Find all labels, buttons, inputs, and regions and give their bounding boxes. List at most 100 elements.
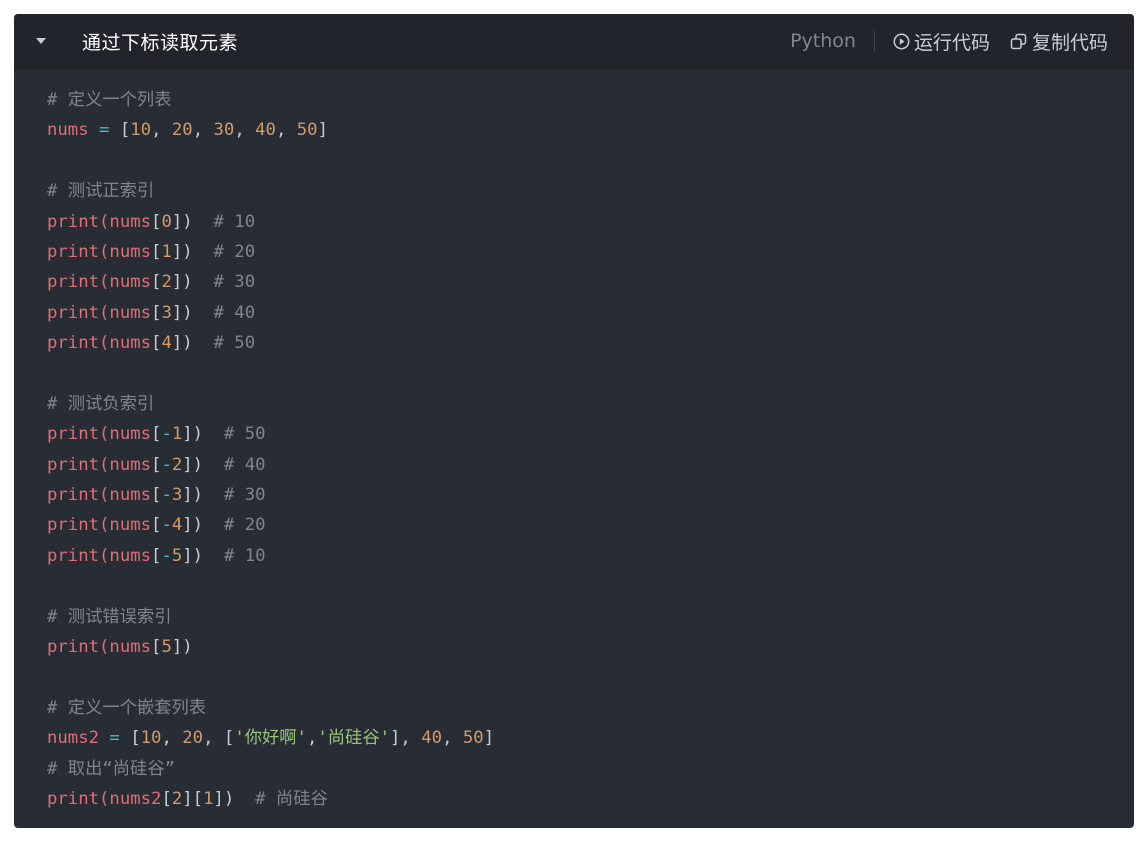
code-token: nums2 [47, 728, 100, 749]
code-line: # 测试负索引 [47, 389, 1134, 419]
code-token: [ [151, 545, 162, 566]
code-token: print(nums2 [47, 788, 162, 809]
play-circle-icon [893, 33, 910, 49]
copy-code-label: 复制代码 [1031, 31, 1108, 54]
code-line: print(nums[2]) # 30 [47, 267, 1134, 297]
code-token: ]) [182, 545, 204, 566]
code-token: , [234, 120, 256, 141]
code-line: print(nums[-2]) # 40 [47, 450, 1134, 480]
code-line: print(nums[4]) # 50 [47, 328, 1134, 358]
code-token: [ [130, 728, 141, 749]
code-token: # 10 [223, 545, 266, 566]
code-token: 5 [171, 545, 183, 566]
code-token: 30 [213, 120, 235, 141]
code-token: - [161, 485, 172, 506]
code-token: [ [151, 272, 162, 293]
code-token: , [161, 728, 183, 749]
code-token: = [88, 120, 120, 141]
code-token: # 50 [223, 424, 266, 445]
caret-down-icon [36, 38, 46, 44]
code-token: 10 [130, 120, 152, 141]
code-token: [ [151, 637, 162, 658]
code-token: # 测试负索引 [47, 393, 155, 414]
code-token: 40 [255, 120, 276, 141]
copy-code-button[interactable]: 复制代码 [1010, 28, 1108, 55]
code-token: print(nums [47, 302, 152, 323]
code-token: , [275, 120, 297, 141]
code-token: [ [151, 241, 162, 262]
code-token: [ [151, 424, 162, 445]
code-token: , [442, 728, 463, 749]
code-token: print(nums [47, 454, 152, 475]
code-token: ][ [182, 788, 204, 809]
collapse-toggle[interactable] [36, 38, 46, 44]
code-token: , [306, 728, 318, 749]
code-token: print(nums [47, 241, 152, 262]
code-token: '尚硅谷' [317, 728, 391, 749]
code-token: ]) [171, 333, 193, 354]
code-token: # 20 [223, 515, 266, 536]
code-token: 20 [171, 120, 193, 141]
code-token: - [161, 454, 172, 475]
code-line: print(nums[0]) # 10 [47, 207, 1134, 237]
code-line: # 测试错误索引 [47, 602, 1134, 632]
code-token: 50 [296, 120, 318, 141]
code-token: print(nums [47, 272, 152, 293]
code-token: ], [390, 728, 422, 749]
code-token: '你好啊' [234, 728, 307, 749]
code-token: # 30 [213, 272, 256, 293]
code-token: # 尚硅谷 [255, 788, 328, 809]
code-token: [ [119, 120, 131, 141]
code-token: ] [483, 728, 495, 749]
code-token: # 测试错误索引 [47, 606, 172, 627]
code-token: ] [317, 120, 328, 141]
code-token: 1 [203, 788, 214, 809]
code-block-title: 通过下标读取元素 [82, 31, 239, 54]
code-line: print(nums[-3]) # 30 [47, 480, 1134, 510]
code-token: print(nums [47, 637, 152, 658]
code-token: 1 [171, 424, 183, 445]
code-token: 4 [171, 515, 183, 536]
code-line: print(nums[5]) [47, 632, 1134, 662]
code-token: 3 [161, 302, 172, 323]
code-token: , [ [203, 728, 235, 749]
code-token: ]) [182, 454, 204, 475]
code-token: 10 [140, 728, 162, 749]
code-token: 0 [161, 211, 172, 232]
code-content: # 定义一个列表 nums = [10, 20, 30, 40, 50] # 测试正… [14, 69, 1134, 814]
code-token: # 测试正索引 [47, 181, 155, 202]
code-line: nums = [10, 20, 30, 40, 50] [47, 115, 1134, 145]
code-token: 20 [182, 728, 204, 749]
code-token: # 30 [223, 485, 266, 506]
run-code-label: 运行代码 [913, 31, 990, 54]
code-token: ]) [171, 272, 193, 293]
code-token: 4 [161, 333, 172, 354]
header-divider [873, 30, 875, 52]
code-token: 1 [161, 241, 172, 262]
code-token: print(nums [47, 211, 152, 232]
code-token: [ [151, 515, 162, 536]
code-token: # 40 [213, 302, 256, 323]
code-token: # 10 [213, 211, 256, 232]
code-token: 2 [171, 788, 183, 809]
code-token: - [161, 515, 172, 536]
code-token: [ [151, 211, 162, 232]
code-line: # 定义一个列表 [47, 85, 1134, 115]
code-token: ]) [182, 515, 204, 536]
code-line: # 取出“尚硅谷” [47, 754, 1134, 784]
code-token: print(nums [47, 333, 152, 354]
copy-icon [1010, 33, 1027, 49]
code-token: # 40 [223, 454, 266, 475]
run-code-button[interactable]: 运行代码 [893, 28, 990, 55]
code-token: print(nums [47, 424, 152, 445]
code-line: print(nums[1]) # 20 [47, 237, 1134, 267]
code-token: 50 [462, 728, 484, 749]
